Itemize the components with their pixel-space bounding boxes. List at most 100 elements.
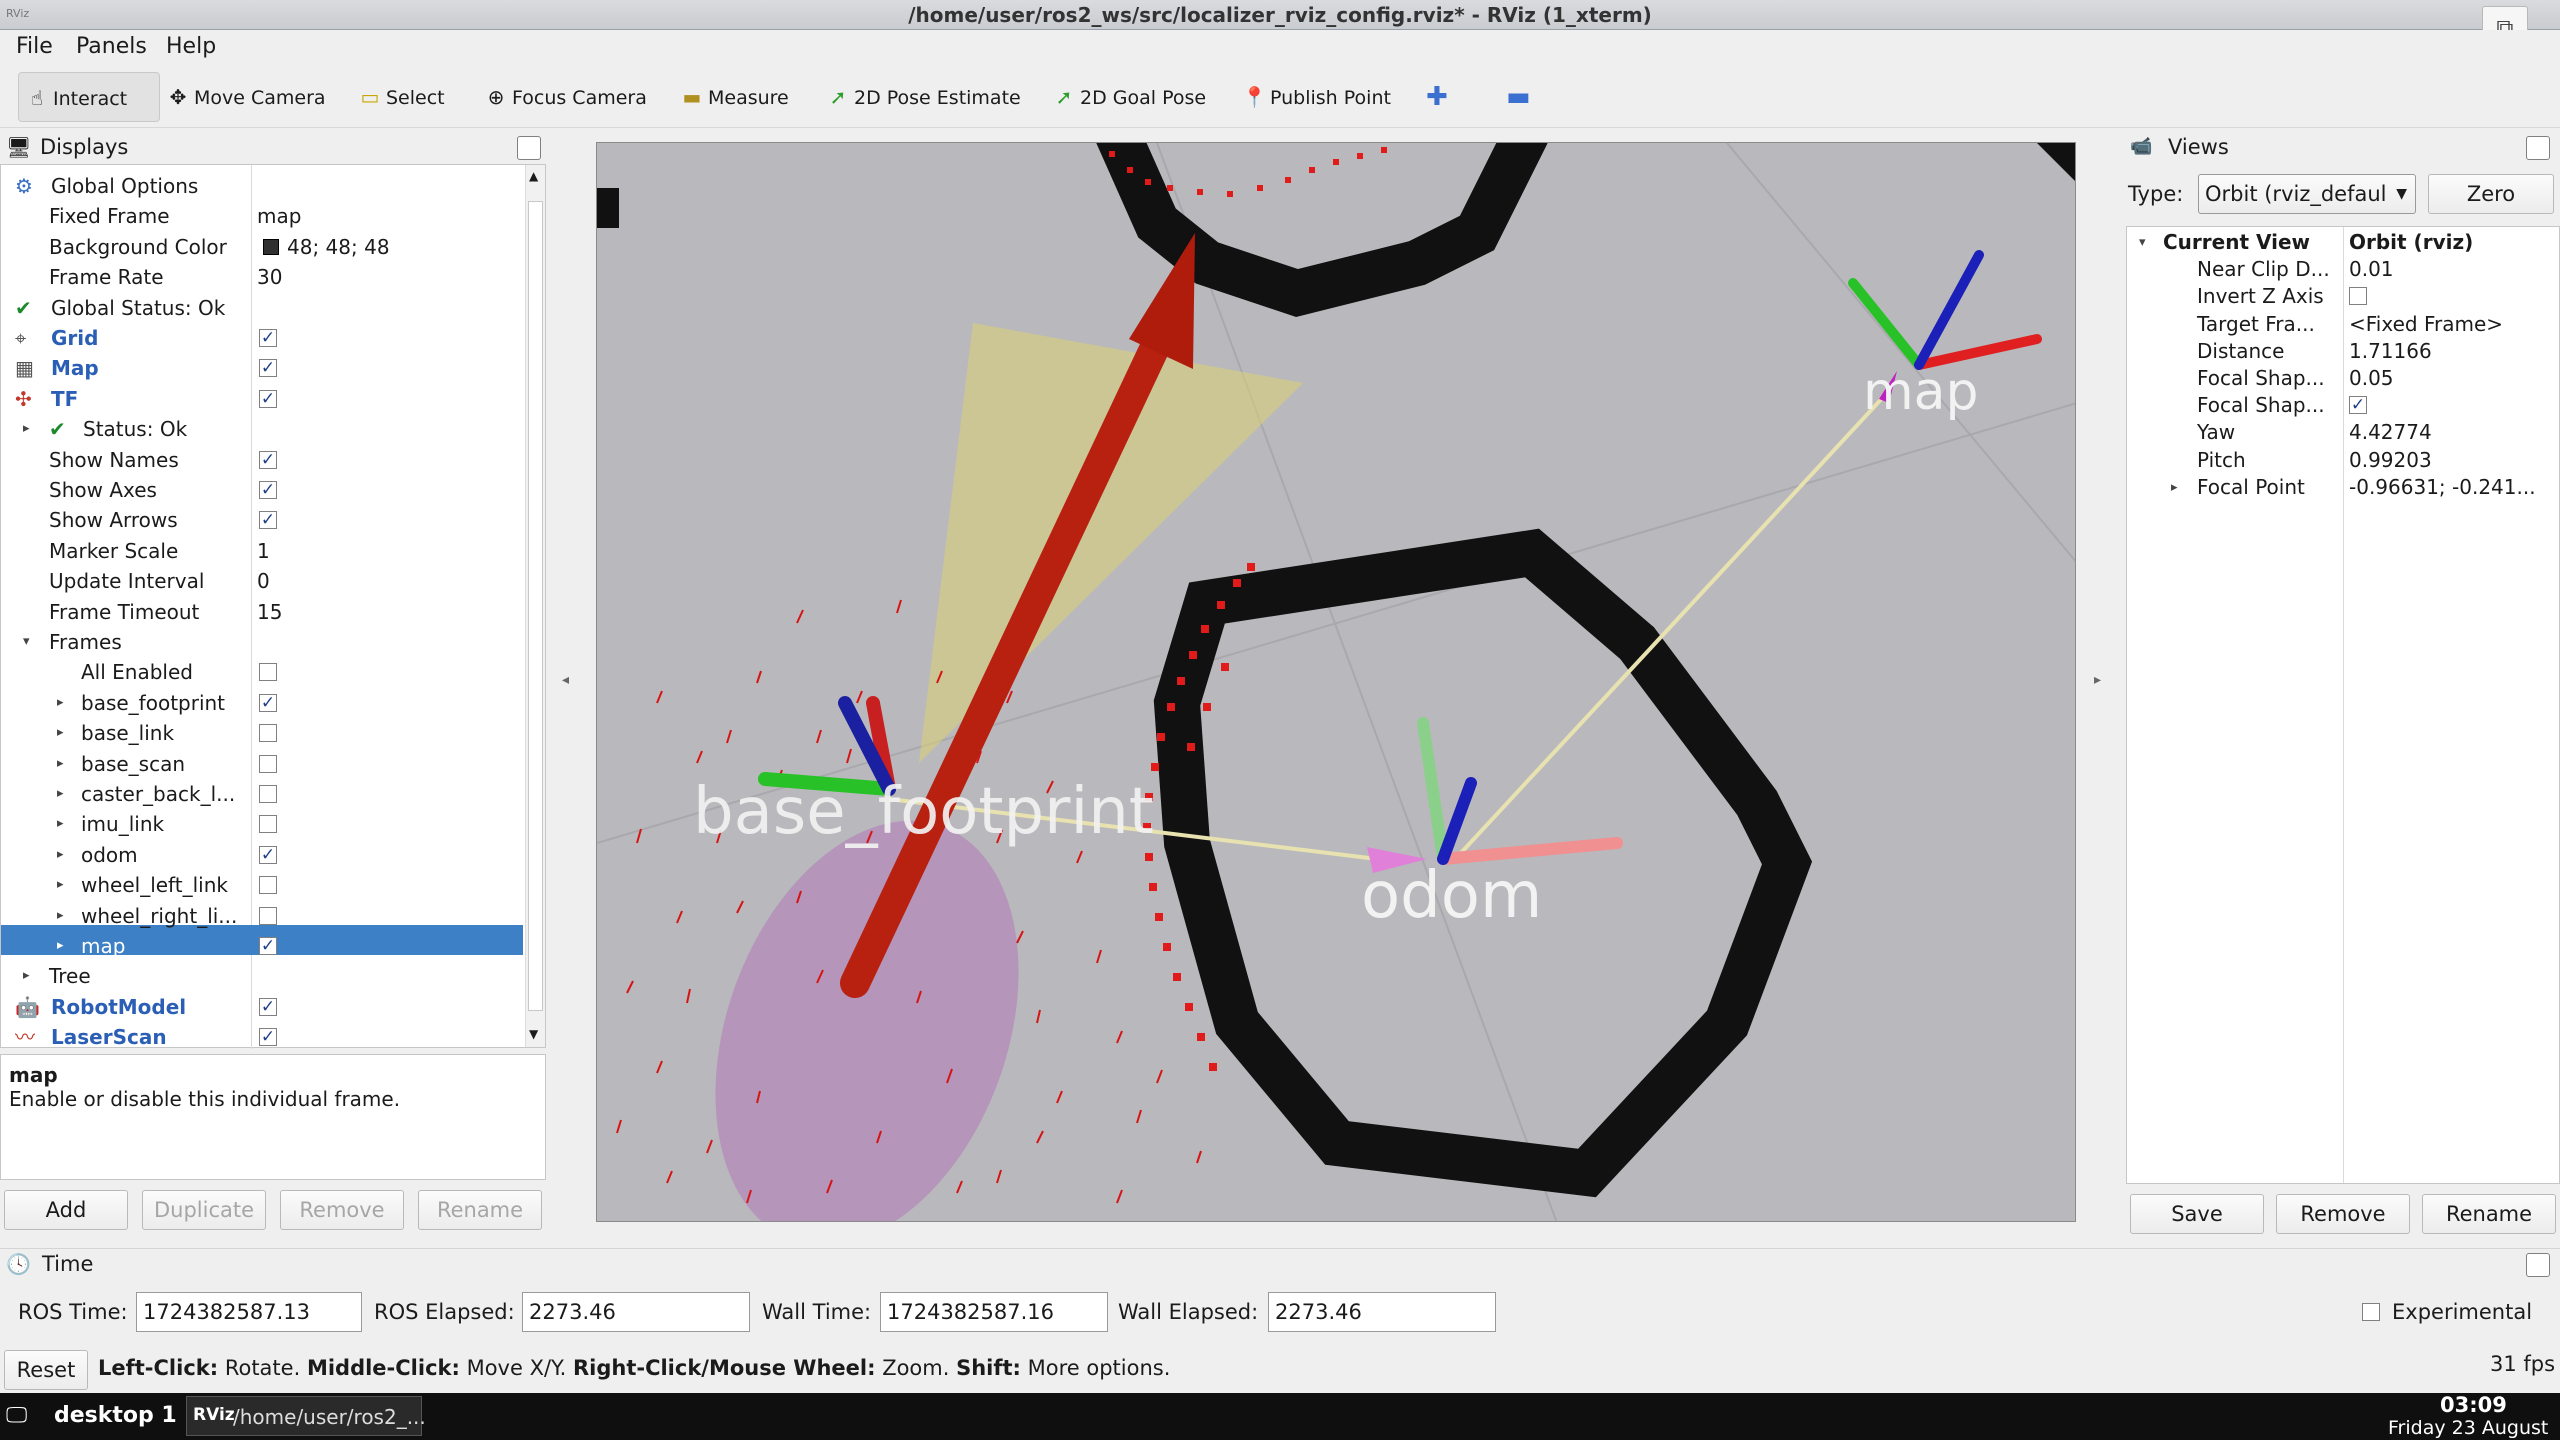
enable-checkbox[interactable] — [259, 663, 277, 682]
view-property-value[interactable]: 0.99203 — [2349, 447, 2432, 474]
chevron-right-icon[interactable]: ▸ — [23, 961, 30, 991]
display-row[interactable]: ▸ caster_back_l... — [1, 779, 523, 809]
display-row[interactable]: 〰 LaserScan ✓ — [1, 1022, 523, 1052]
display-row[interactable]: ✔ Global Status: Ok — [1, 293, 523, 323]
display-row[interactable]: Update Interval 0 — [1, 566, 523, 596]
chevron-right-icon[interactable]: ▸ — [57, 870, 64, 900]
display-row[interactable]: ▸ wheel_right_li... — [1, 901, 523, 931]
add-display-button[interactable]: Add — [4, 1190, 128, 1230]
view-property-row[interactable]: Focal Shap... 0.05 — [2127, 365, 2559, 392]
taskbar-window-item[interactable]: RViz /home/user/ros2_... — [186, 1396, 426, 1436]
display-row[interactable]: ▸ ✔ Status: Ok — [1, 414, 523, 444]
ros-elapsed-field[interactable]: 2273.46 — [522, 1292, 750, 1332]
scroll-down-icon[interactable]: ▼ — [529, 1027, 538, 1041]
render-viewport[interactable]: base_footprint odom map — [596, 142, 2076, 1222]
wall-time-field[interactable]: 1724382587.16 — [880, 1292, 1108, 1332]
collapse-left-icon[interactable]: ◂ — [562, 672, 569, 688]
chevron-right-icon[interactable]: ▸ — [2171, 474, 2178, 501]
undock-icon[interactable] — [2526, 136, 2550, 160]
collapse-right-icon[interactable]: ▸ — [2094, 672, 2101, 688]
enable-checkbox[interactable]: ✓ — [259, 693, 277, 712]
display-row-value[interactable]: 48; 48; 48 — [287, 232, 390, 262]
focus-camera-tool-button[interactable]: ⊕ Focus Camera — [484, 80, 647, 114]
reset-button[interactable]: Reset — [4, 1350, 88, 1390]
rename-view-button[interactable]: Rename — [2422, 1194, 2556, 1234]
pose-estimate-tool-button[interactable]: ➚ 2D Pose Estimate — [826, 80, 1021, 114]
desktop-label[interactable]: desktop 1 — [54, 1403, 177, 1428]
chevron-right-icon[interactable]: ▸ — [57, 779, 64, 809]
display-row[interactable]: Frame Rate 30 — [1, 262, 523, 292]
interact-tool-button[interactable]: ☝ Interact — [18, 72, 160, 122]
remove-display-button[interactable]: Remove — [280, 1190, 404, 1230]
display-row[interactable]: ▾ Frames — [1, 627, 523, 657]
experimental-checkbox[interactable] — [2362, 1303, 2380, 1321]
enable-checkbox[interactable] — [259, 815, 277, 834]
view-property-row[interactable]: Pitch 0.99203 — [2127, 447, 2559, 474]
3d-scene[interactable]: base_footprint odom map — [597, 143, 2076, 1222]
display-row[interactable]: ▸ wheel_left_link — [1, 870, 523, 900]
display-row[interactable]: Background Color 48; 48; 48 — [1, 232, 523, 262]
undock-icon[interactable] — [517, 136, 541, 160]
display-row[interactable]: Show Arrows ✓ — [1, 505, 523, 535]
view-property-value[interactable]: <Fixed Frame> — [2349, 311, 2503, 338]
save-view-button[interactable]: Save — [2130, 1194, 2264, 1234]
view-property-row[interactable]: Yaw 4.42774 — [2127, 419, 2559, 446]
zero-view-button[interactable]: Zero — [2428, 174, 2554, 214]
wall-elapsed-field[interactable]: 2273.46 — [1268, 1292, 1496, 1332]
view-property-row[interactable]: Near Clip D... 0.01 — [2127, 256, 2559, 283]
enable-checkbox[interactable] — [259, 754, 277, 773]
property-checkbox[interactable]: ✓ — [2349, 396, 2367, 415]
select-tool-button[interactable]: ▭ Select — [358, 80, 445, 114]
chevron-right-icon[interactable]: ▸ — [57, 809, 64, 839]
view-property-row[interactable]: ▸ Focal Point -0.96631; -0.241... — [2127, 474, 2559, 501]
view-property-row[interactable]: Focal Shap... ✓ — [2127, 392, 2559, 419]
enable-checkbox[interactable] — [259, 876, 277, 895]
display-row[interactable]: Show Axes ✓ — [1, 475, 523, 505]
chevron-down-icon[interactable]: ▾ — [2139, 229, 2146, 256]
display-row[interactable]: ▸ base_link — [1, 718, 523, 748]
enable-checkbox[interactable]: ✓ — [259, 481, 277, 499]
display-row[interactable]: ▸ map ✓ — [1, 931, 523, 961]
display-row-value[interactable]: 15 — [257, 597, 282, 627]
property-checkbox[interactable] — [2349, 287, 2367, 306]
view-property-row[interactable]: Invert Z Axis — [2127, 283, 2559, 310]
scroll-up-icon[interactable]: ▲ — [529, 169, 538, 183]
menu-file[interactable]: File — [16, 33, 53, 61]
enable-checkbox[interactable]: ✓ — [259, 997, 277, 1016]
view-type-select[interactable]: Orbit (rviz_defaul ▼ — [2198, 174, 2416, 214]
chevron-right-icon[interactable]: ▸ — [57, 901, 64, 931]
displays-scrollbar[interactable]: ▲ ▼ — [525, 165, 545, 1047]
view-property-value[interactable]: 0.01 — [2349, 256, 2394, 283]
display-row[interactable]: Frame Timeout 15 — [1, 597, 523, 627]
remove-view-button[interactable]: Remove — [2276, 1194, 2410, 1234]
terminal-icon[interactable]: 🖵 — [6, 1403, 27, 1428]
menu-panels[interactable]: Panels — [76, 33, 147, 61]
scroll-thumb[interactable] — [528, 201, 543, 1011]
add-tool-icon[interactable]: ✚ — [1426, 80, 1448, 114]
view-property-value[interactable]: 0.05 — [2349, 365, 2394, 392]
view-property-value[interactable]: 1.71166 — [2349, 338, 2432, 365]
ros-time-field[interactable]: 1724382587.13 — [136, 1292, 362, 1332]
chevron-right-icon[interactable]: ▸ — [57, 931, 64, 961]
chevron-right-icon[interactable]: ▸ — [57, 840, 64, 870]
enable-checkbox[interactable] — [259, 785, 277, 803]
display-row[interactable]: ▸ base_scan — [1, 749, 523, 779]
display-row[interactable]: ✣ TF ✓ — [1, 384, 523, 414]
menu-help[interactable]: Help — [166, 33, 216, 61]
enable-checkbox[interactable]: ✓ — [259, 389, 277, 408]
chevron-right-icon[interactable]: ▸ — [57, 718, 64, 748]
view-property-row[interactable]: Distance 1.71166 — [2127, 338, 2559, 365]
duplicate-display-button[interactable]: Duplicate — [142, 1190, 266, 1230]
undock-icon[interactable] — [2526, 1253, 2550, 1277]
goal-pose-tool-button[interactable]: ➚ 2D Goal Pose — [1052, 80, 1206, 114]
move-camera-tool-button[interactable]: ✥ Move Camera — [166, 80, 326, 114]
display-row-value[interactable]: map — [257, 201, 301, 231]
view-property-value[interactable]: Orbit (rviz) — [2349, 229, 2473, 256]
enable-checkbox[interactable]: ✓ — [259, 511, 277, 530]
display-row-value[interactable]: 1 — [257, 536, 270, 566]
publish-point-tool-button[interactable]: 📍 Publish Point — [1242, 80, 1391, 114]
display-row[interactable]: ▸ Tree — [1, 961, 523, 991]
display-row[interactable]: Fixed Frame map — [1, 201, 523, 231]
measure-tool-button[interactable]: ▬ Measure — [680, 80, 789, 114]
color-swatch[interactable] — [263, 238, 279, 255]
